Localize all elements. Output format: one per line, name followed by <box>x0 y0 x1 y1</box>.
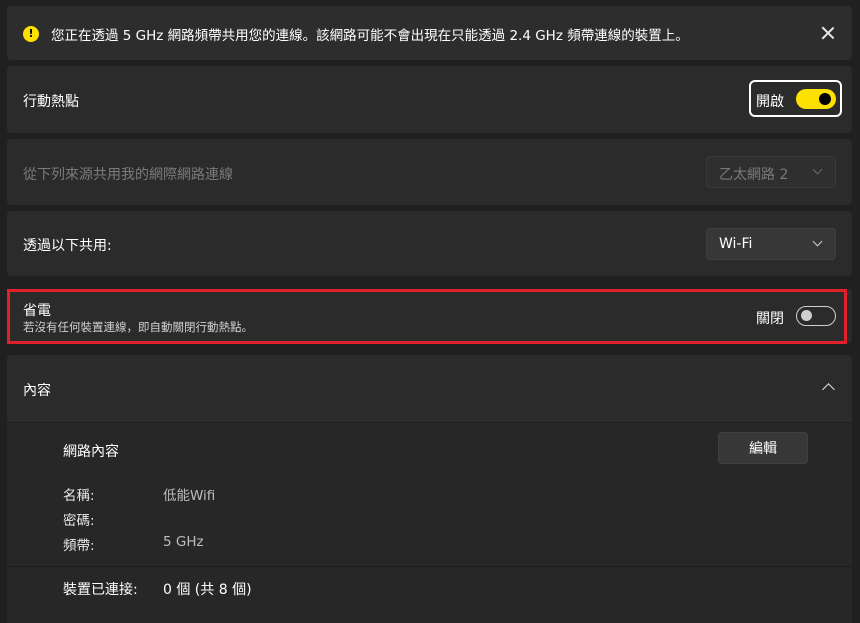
devices-connected-key: 裝置已連接: <box>63 582 138 598</box>
properties-title: 內容 <box>23 383 51 399</box>
properties-body: 網路內容 編輯 名稱: 低能Wifi 密碼: 頻帶: 5 GHz 裝置已連接: … <box>7 423 852 623</box>
chevron-down-icon <box>812 164 823 175</box>
highlight-outline <box>7 289 847 344</box>
devices-connected-value: 0 個 (共 8 個) <box>163 582 252 598</box>
share-from-row: 從下列來源共用我的網際網路連線 乙太網路 2 <box>7 139 852 205</box>
info-bar: ! 您正在透過 5 GHz 網路頻帶共用您的連線。該網路可能不會出現在只能透過 … <box>7 6 852 60</box>
chevron-down-icon <box>812 236 823 247</box>
properties-header[interactable]: 內容 <box>7 355 852 422</box>
share-over-label: 透過以下共用: <box>23 238 112 254</box>
band-key: 頻帶: <box>63 538 95 554</box>
hotspot-state-label: 開啟 <box>756 94 784 110</box>
share-from-selected: 乙太網路 2 <box>719 167 789 183</box>
edit-button[interactable]: 編輯 <box>718 432 808 464</box>
warning-icon: ! <box>23 26 39 42</box>
share-over-dropdown[interactable]: Wi-Fi <box>706 228 836 260</box>
divider <box>7 566 852 567</box>
name-value: 低能Wifi <box>163 488 216 504</box>
network-properties-title: 網路內容 <box>63 444 119 460</box>
share-over-selected: Wi-Fi <box>719 236 753 252</box>
hotspot-row: 行動熱點 開啟 <box>7 66 852 133</box>
share-over-row: 透過以下共用: Wi-Fi <box>7 211 852 276</box>
close-icon[interactable] <box>817 22 839 44</box>
hotspot-label: 行動熱點 <box>23 94 79 110</box>
band-value: 5 GHz <box>163 534 204 550</box>
password-key: 密碼: <box>63 513 95 529</box>
toggle-knob <box>819 93 831 105</box>
chevron-up-icon[interactable] <box>822 383 835 396</box>
share-from-label: 從下列來源共用我的網際網路連線 <box>23 167 233 183</box>
info-message: 您正在透過 5 GHz 網路頻帶共用您的連線。該網路可能不會出現在只能透過 2.… <box>51 28 689 44</box>
hotspot-toggle[interactable] <box>796 89 836 109</box>
share-from-dropdown[interactable]: 乙太網路 2 <box>706 156 836 188</box>
name-key: 名稱: <box>63 488 95 504</box>
